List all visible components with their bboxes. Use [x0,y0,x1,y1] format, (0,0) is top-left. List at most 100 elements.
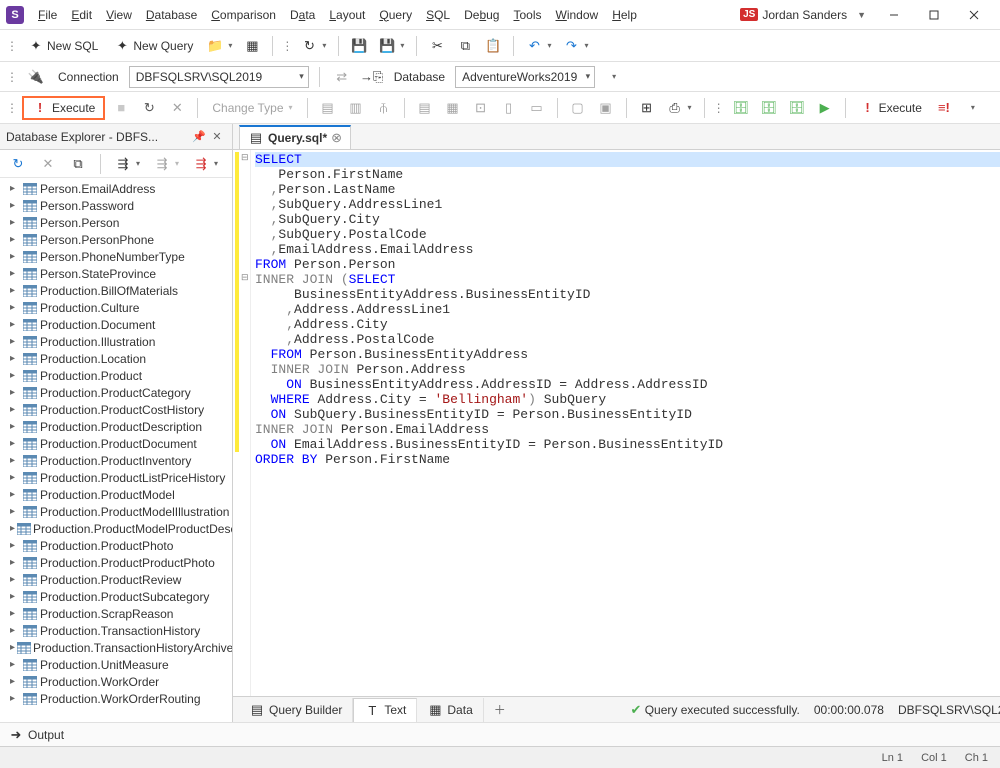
database-combo[interactable]: AdventureWorks2019▾ [455,66,595,88]
fold-toggle[interactable]: ⊟ [241,152,249,163]
tree-item[interactable]: ▸Production.ProductProductPhoto [0,554,232,571]
tree-item[interactable]: ▸Person.PhoneNumberType [0,248,232,265]
menu-file[interactable]: File [32,4,63,26]
tree-view[interactable]: ▸Person.EmailAddress▸Person.Password▸Per… [0,178,232,722]
expand-icon[interactable]: ▸ [10,642,15,653]
expand-icon[interactable]: ▸ [10,285,20,296]
menu-query[interactable]: Query [373,4,418,26]
tree-item[interactable]: ▸Production.TransactionHistoryArchive [0,639,232,656]
execute-options[interactable]: ≡! [932,96,956,120]
menu-comparison[interactable]: Comparison [205,4,282,26]
expand-icon[interactable]: ▸ [10,506,20,517]
menu-view[interactable]: View [100,4,138,26]
tree-item[interactable]: ▸Production.ProductCategory [0,384,232,401]
expand-icon[interactable]: ▸ [10,200,20,211]
expand-icon[interactable]: ▸ [10,217,20,228]
tool-c[interactable]: ⫚ [372,96,396,120]
expand-icon[interactable]: ▸ [10,183,20,194]
tool-h[interactable]: ▭ [525,96,549,120]
expand-icon[interactable]: ▸ [10,251,20,262]
menu-window[interactable]: Window [550,4,605,26]
tree-item[interactable]: ▸Person.Password [0,197,232,214]
add-tab-button[interactable]: ＋ [484,701,516,718]
tool-i[interactable]: ▢ [566,96,590,120]
expand-icon[interactable]: ▸ [10,455,20,466]
tree-item[interactable]: ▸Person.Person [0,214,232,231]
menu-edit[interactable]: Edit [65,4,98,26]
expand-icon[interactable]: ▸ [10,625,20,636]
tree-item[interactable]: ▸Production.ProductReview [0,571,232,588]
menu-sql[interactable]: SQL [420,4,456,26]
tree-item[interactable]: ▸Person.EmailAddress [0,180,232,197]
toolbar-caret[interactable]: ▾ [960,96,984,120]
expand-icon[interactable]: ▸ [10,302,20,313]
tool-l[interactable]: ⎙▾ [663,96,696,120]
menu-tools[interactable]: Tools [507,4,547,26]
new-query-button[interactable]: ✦New Query [108,34,199,58]
tab-data[interactable]: ▦Data [417,698,483,722]
tree-item[interactable]: ▸Production.TransactionHistory [0,622,232,639]
output-panel-header[interactable]: ➜ Output [0,722,1000,746]
exp-delete[interactable]: ✕ [36,152,60,176]
expand-icon[interactable]: ▸ [10,336,20,347]
pin-button[interactable]: 📌 [190,128,208,146]
tree-item[interactable]: ▸Production.WorkOrder [0,673,232,690]
undo-button[interactable]: ↶▾ [522,34,555,58]
menu-help[interactable]: Help [606,4,643,26]
run-button[interactable]: ↻▾ [297,34,330,58]
expand-icon[interactable]: ▸ [10,370,20,381]
tool-a[interactable]: ▤ [316,96,340,120]
expand-icon[interactable]: ▸ [10,574,20,585]
exp-filter3[interactable]: ⇶▾ [189,152,222,176]
minimize-button[interactable] [874,2,914,28]
menu-data[interactable]: Data [284,4,321,26]
execute-button[interactable]: ! Execute [22,96,105,120]
tree-item[interactable]: ▸Production.Product [0,367,232,384]
user-badge[interactable]: JS [740,8,758,21]
tree-item[interactable]: ▸Production.UnitMeasure [0,656,232,673]
tree-item[interactable]: ▸Production.ProductModelProductDescripti… [0,520,232,537]
expand-icon[interactable]: ▸ [10,472,20,483]
tree-item[interactable]: ▸Person.StateProvince [0,265,232,282]
expand-icon[interactable]: ▸ [10,540,20,551]
close-button[interactable] [954,2,994,28]
user-caret-icon[interactable]: ▼ [857,10,866,20]
tree-item[interactable]: ▸Production.WorkOrderRouting [0,690,232,707]
tree-item[interactable]: ▸Person.PersonPhone [0,231,232,248]
conn-action2[interactable]: →⎘ [360,65,384,89]
cancel-icon-button[interactable]: ✕ [165,96,189,120]
exp-filter2[interactable]: ⇶▾ [150,152,183,176]
tool-g[interactable]: ▯ [497,96,521,120]
tab-close-button[interactable]: ⊗ [331,130,342,146]
menu-layout[interactable]: Layout [323,4,371,26]
tool-d[interactable]: ▤ [413,96,437,120]
connection-icon-button[interactable]: 🔌 [24,65,48,89]
refresh-button[interactable]: ↻ [137,96,161,120]
expand-icon[interactable]: ▸ [10,557,20,568]
expand-icon[interactable]: ▸ [10,353,20,364]
code-editor[interactable]: SELECT Person.FirstName ,Person.LastName… [251,150,1000,696]
db-caret[interactable]: ▾ [601,65,625,89]
expand-icon[interactable]: ▸ [10,268,20,279]
exp-copy[interactable]: ⧉ [66,152,90,176]
expand-icon[interactable]: ▸ [10,404,20,415]
maximize-button[interactable] [914,2,954,28]
db-tool-3[interactable]: 🗄 [785,96,809,120]
expand-icon[interactable]: ▸ [10,659,20,670]
tree-item[interactable]: ▸Production.ProductModelIllustration [0,503,232,520]
change-type-button[interactable]: Change Type▾ [206,96,298,120]
menu-database[interactable]: Database [140,4,203,26]
project-button[interactable]: ▦ [240,34,264,58]
conn-action1[interactable]: ⇄ [330,65,354,89]
cut-button[interactable]: ✂ [425,34,449,58]
tree-item[interactable]: ▸Production.Location [0,350,232,367]
expand-icon[interactable]: ▸ [10,234,20,245]
play-button[interactable]: ▶ [813,96,837,120]
tree-item[interactable]: ▸Production.ProductInventory [0,452,232,469]
db-tool-1[interactable]: 🗄 [729,96,753,120]
user-name[interactable]: Jordan Sanders [762,8,847,22]
tree-item[interactable]: ▸Production.Culture [0,299,232,316]
tree-item[interactable]: ▸Production.ProductPhoto [0,537,232,554]
tool-f[interactable]: ⊡ [469,96,493,120]
stop-button[interactable]: ■ [109,96,133,120]
